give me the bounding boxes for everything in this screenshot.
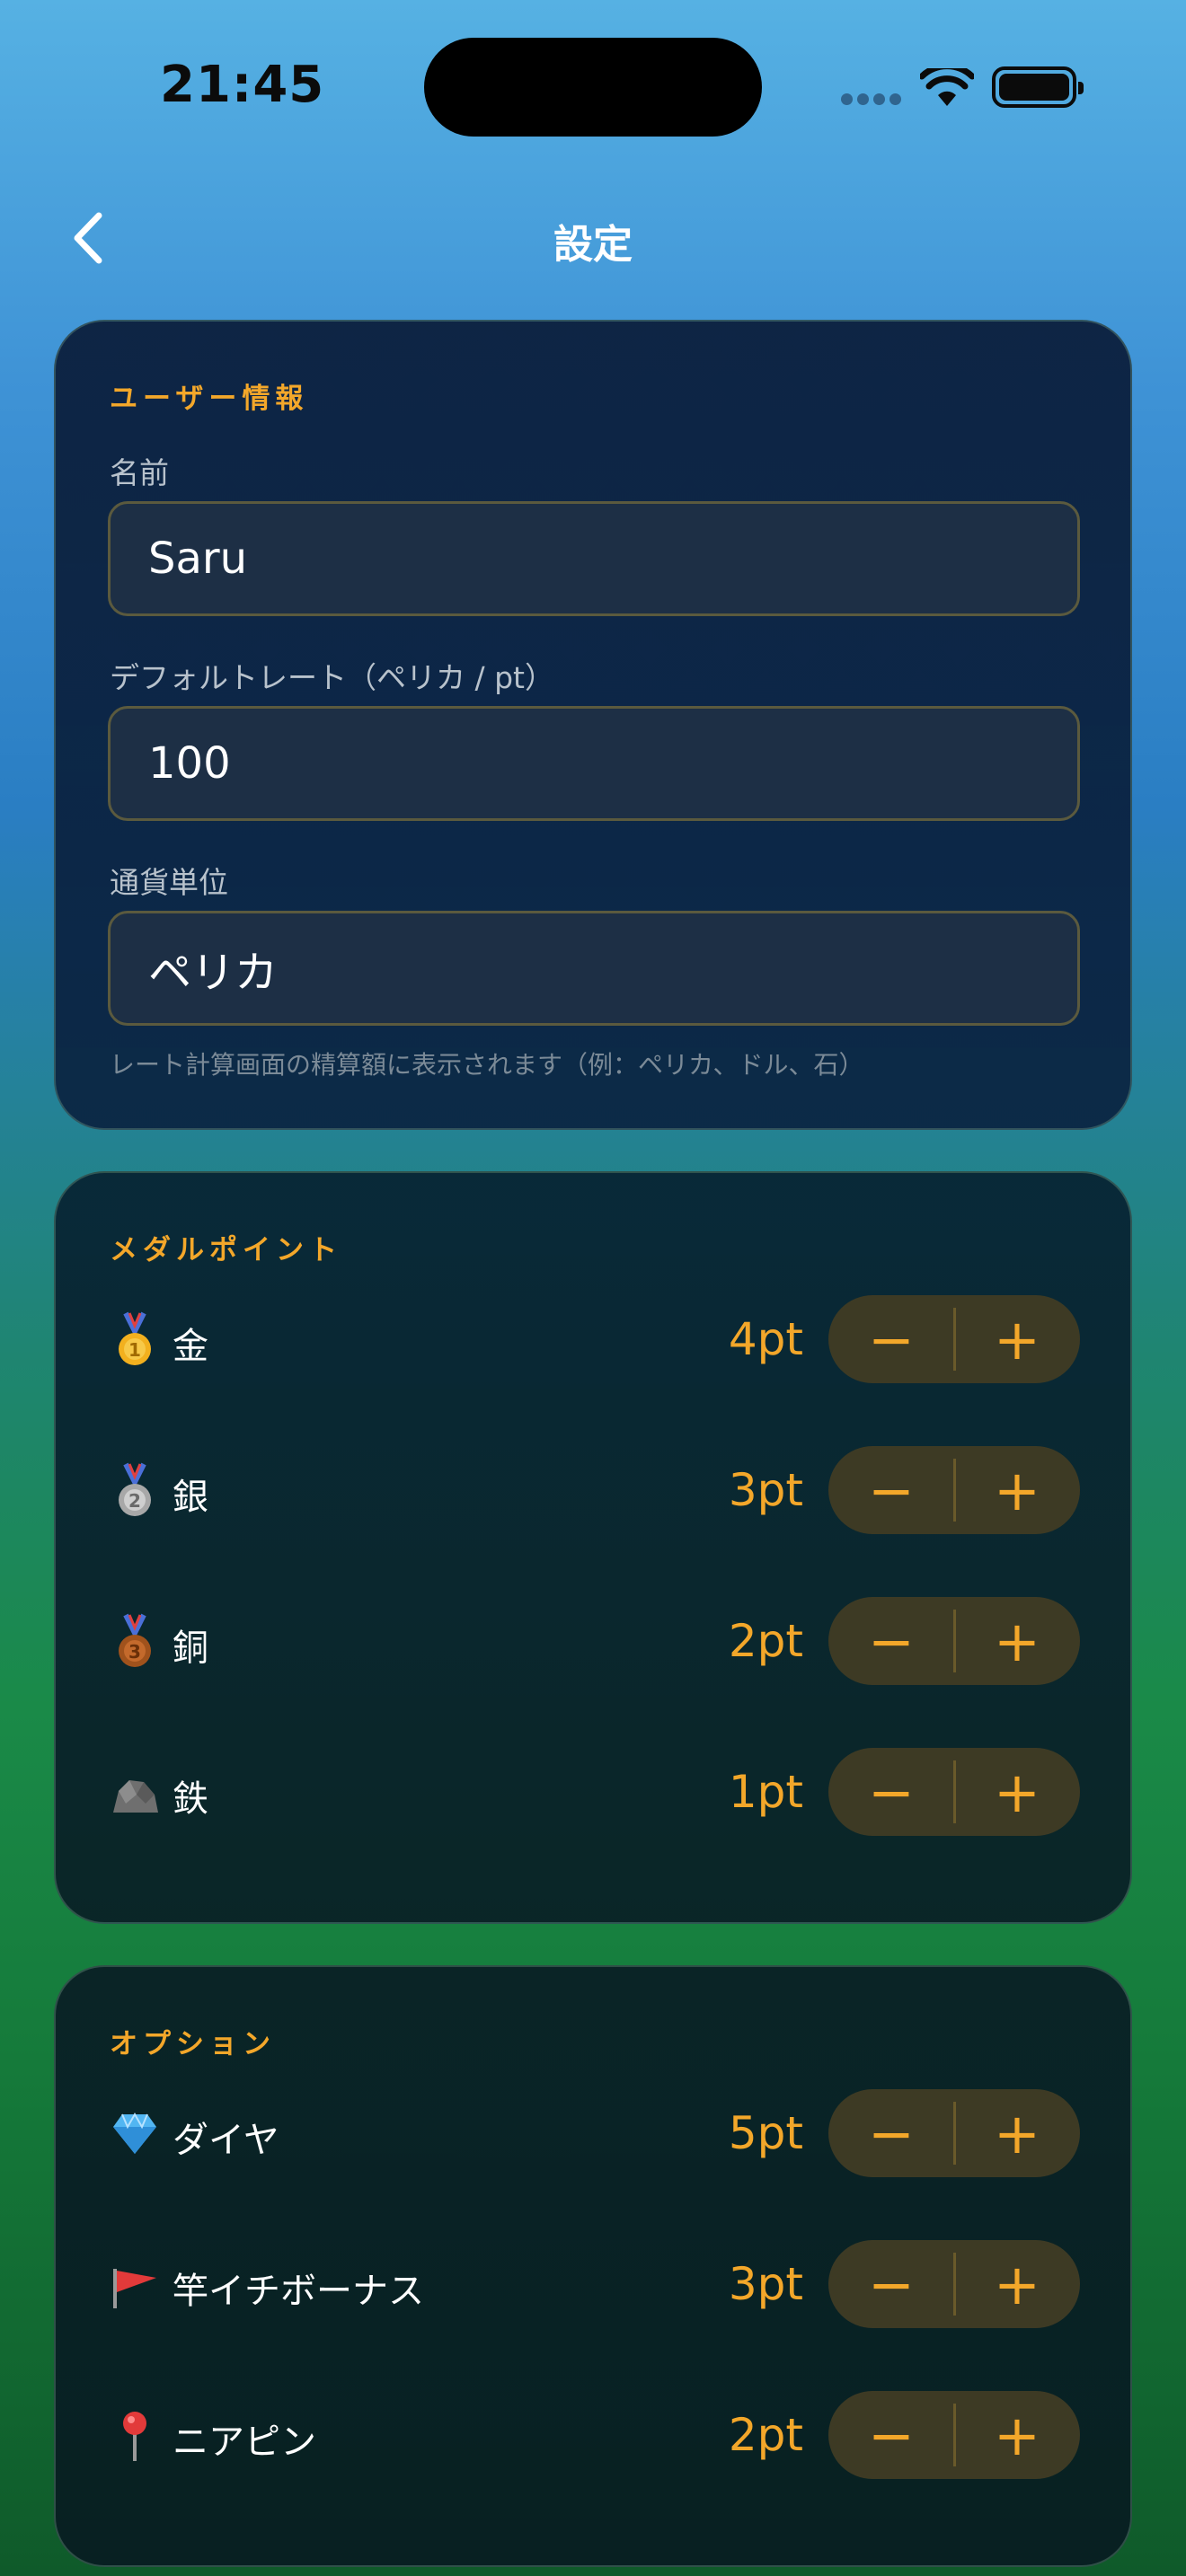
red-flag-icon xyxy=(113,2269,156,2308)
medal-points-card: メダルポイント 1 金 4pt − + 2 銀 3pt − + 3 銅 2pt … xyxy=(54,1171,1132,1924)
medal-label: 鉄 xyxy=(173,1778,208,1820)
dynamic-island xyxy=(424,38,762,137)
medal-label: 銀 xyxy=(173,1477,208,1518)
bronze-decrement-button[interactable]: − xyxy=(828,1597,954,1685)
iron-increment-button[interactable]: + xyxy=(954,1748,1080,1836)
option-label: 竿イチボーナス xyxy=(173,2271,424,2312)
pin-icon xyxy=(123,2412,146,2461)
diamond-increment-button[interactable]: + xyxy=(954,2089,1080,2177)
medal-value: 4pt xyxy=(728,1313,803,1365)
pole-bonus-stepper: − + xyxy=(828,2240,1080,2328)
medal-row-iron: 鉄 1pt − + xyxy=(56,1748,1134,1838)
diamond-decrement-button[interactable]: − xyxy=(828,2089,954,2177)
iron-stepper: − + xyxy=(828,1748,1080,1836)
section-title-options: オプション xyxy=(110,2028,276,2060)
silver-increment-button[interactable]: + xyxy=(954,1446,1080,1534)
medal-label: 銅 xyxy=(173,1628,208,1669)
iron-decrement-button[interactable]: − xyxy=(828,1748,954,1836)
user-info-card: ユーザー情報 名前 デフォルトレート（ペリカ / pt） 通貨単位 レート計算画… xyxy=(54,320,1132,1130)
svg-text:3: 3 xyxy=(128,1641,141,1663)
svg-text:2: 2 xyxy=(128,1490,141,1512)
option-value: 3pt xyxy=(728,2258,803,2310)
nearpin-increment-button[interactable]: + xyxy=(954,2391,1080,2479)
currency-input-box xyxy=(108,911,1080,1026)
status-time: 21:45 xyxy=(160,56,325,114)
navigation-bar: 設定 xyxy=(0,189,1186,287)
currency-label: 通貨単位 xyxy=(110,865,228,900)
gold-medal-icon: 1 xyxy=(119,1311,151,1365)
page-title: 設定 xyxy=(553,222,633,268)
diamond-icon xyxy=(113,2112,156,2154)
silver-decrement-button[interactable]: − xyxy=(828,1446,954,1534)
options-card: オプション ダイヤ 5pt − + 竿イチボーナス 3pt − + ニアピン 2… xyxy=(54,1965,1132,2567)
rate-input[interactable] xyxy=(111,709,1077,818)
rate-input-box xyxy=(108,706,1080,821)
name-input[interactable] xyxy=(111,504,1077,613)
option-label: ニアピン xyxy=(173,2422,316,2463)
silver-medal-icon: 2 xyxy=(119,1462,151,1516)
option-value: 5pt xyxy=(728,2107,803,2159)
gold-stepper: − + xyxy=(828,1295,1080,1383)
pole-bonus-decrement-button[interactable]: − xyxy=(828,2240,954,2328)
rate-label: デフォルトレート（ペリカ / pt） xyxy=(110,660,554,695)
pole-bonus-increment-button[interactable]: + xyxy=(954,2240,1080,2328)
bronze-stepper: − + xyxy=(828,1597,1080,1685)
wifi-icon xyxy=(920,68,974,106)
nearpin-stepper: − + xyxy=(828,2391,1080,2479)
nearpin-decrement-button[interactable]: − xyxy=(828,2391,954,2479)
name-input-box xyxy=(108,501,1080,616)
currency-input[interactable] xyxy=(111,913,1077,1023)
bronze-increment-button[interactable]: + xyxy=(954,1597,1080,1685)
bronze-medal-icon: 3 xyxy=(119,1613,151,1667)
gold-increment-button[interactable]: + xyxy=(954,1295,1080,1383)
option-label: ダイヤ xyxy=(173,2120,279,2161)
currency-hint: レート計算画面の精算額に表示されます（例：ペリカ、ドル、石） xyxy=(110,1050,864,1080)
silver-stepper: − + xyxy=(828,1446,1080,1534)
option-row-pole-bonus: 竿イチボーナス 3pt − + xyxy=(56,2240,1134,2330)
gold-decrement-button[interactable]: − xyxy=(828,1295,954,1383)
option-value: 2pt xyxy=(728,2409,803,2461)
section-title-user-info: ユーザー情報 xyxy=(110,383,309,415)
name-label: 名前 xyxy=(110,455,169,490)
svg-text:1: 1 xyxy=(128,1339,141,1361)
rock-icon xyxy=(113,1780,158,1813)
status-bar: 21:45 xyxy=(0,0,1186,171)
medal-row-bronze: 3 銅 2pt − + xyxy=(56,1597,1134,1687)
option-row-diamond: ダイヤ 5pt − + xyxy=(56,2089,1134,2179)
medal-value: 3pt xyxy=(728,1464,803,1516)
battery-icon xyxy=(992,66,1084,108)
section-title-medal-points: メダルポイント xyxy=(110,1234,342,1266)
medal-row-gold: 1 金 4pt − + xyxy=(56,1295,1134,1385)
diamond-stepper: − + xyxy=(828,2089,1080,2177)
medal-value: 2pt xyxy=(728,1615,803,1667)
medal-label: 金 xyxy=(173,1326,208,1367)
medal-value: 1pt xyxy=(728,1766,803,1818)
cellular-signal-icon xyxy=(841,93,902,106)
option-row-nearpin: ニアピン 2pt − + xyxy=(56,2391,1134,2481)
medal-row-silver: 2 銀 3pt − + xyxy=(56,1446,1134,1536)
